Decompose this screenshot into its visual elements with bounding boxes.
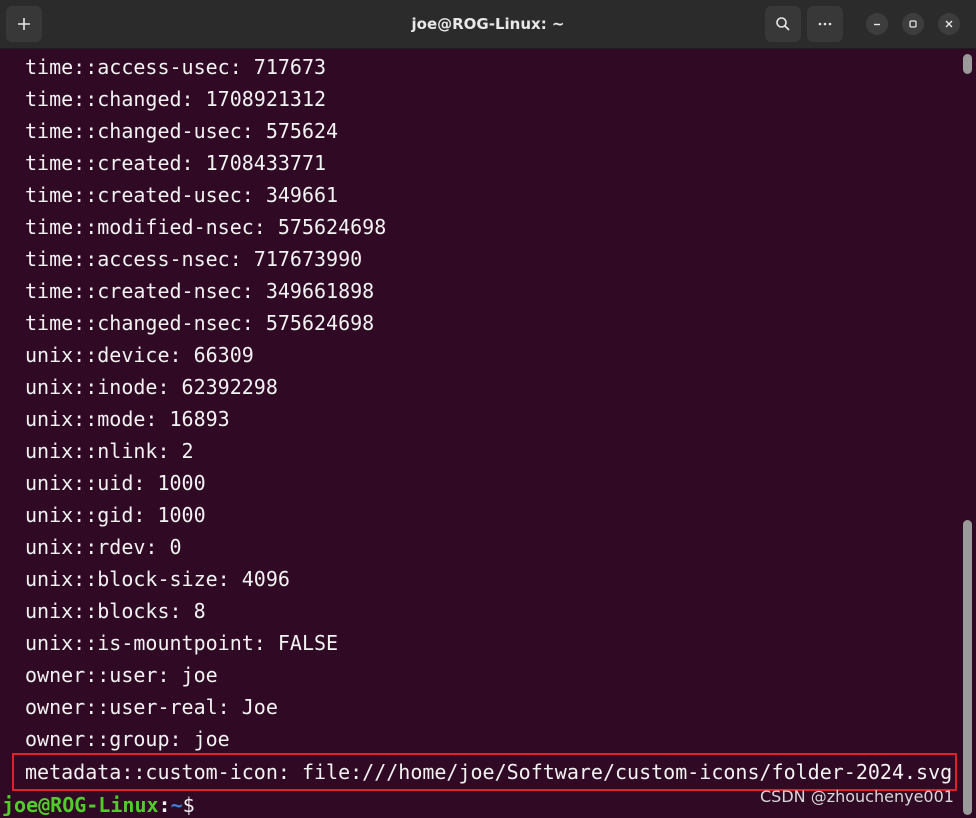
minimize-button[interactable] [866,13,888,35]
terminal-line: unix::gid: 1000 [25,503,206,527]
terminal-line: owner::group: joe [25,727,230,751]
scrollbar-thumb[interactable] [963,520,972,815]
terminal-output[interactable]: time::access-usec: 717673 time::changed:… [0,49,960,818]
maximize-button[interactable] [902,13,924,35]
terminal-line: time::changed-usec: 575624 [25,119,339,143]
minimize-icon [874,23,880,26]
terminal-line: time::created-usec: 349661 [25,183,339,207]
shell-prompt[interactable]: joe@ROG-Linux:~$ [2,790,195,818]
ellipsis-icon [818,22,832,26]
terminal-line: time::access-nsec: 717673990 [25,247,363,271]
title-bar: joe@ROG-Linux: ~ [0,0,976,49]
terminal-line: unix::device: 66309 [25,343,254,367]
close-button[interactable] [938,13,960,35]
prompt-symbol: $ [182,793,195,817]
terminal-line: unix::blocks: 8 [25,599,206,623]
terminal-window: joe@ROG-Linux: ~ time::access-usec: 7176… [0,0,976,818]
terminal-line: unix::inode: 62392298 [25,375,278,399]
highlighted-line: metadata::custom-icon: file:///home/joe/… [25,760,953,784]
terminal-line: unix::uid: 1000 [25,471,206,495]
terminal-line: owner::user-real: Joe [25,695,278,719]
prompt-colon: : [158,793,171,817]
prompt-path: ~ [170,793,183,817]
close-icon [945,20,953,28]
terminal-line: time::created: 1708433771 [25,151,327,175]
terminal-line: unix::nlink: 2 [25,439,194,463]
plus-icon [18,18,30,30]
terminal-line: time::created-nsec: 349661898 [25,279,375,303]
terminal-line: time::changed: 1708921312 [25,87,327,111]
search-button[interactable] [765,6,801,42]
menu-button[interactable] [807,6,843,42]
watermark: CSDN @zhouchenye001 [760,787,954,806]
prompt-user-host: joe@ROG-Linux [2,793,159,817]
terminal-line: unix::mode: 16893 [25,407,230,431]
search-icon [776,17,790,31]
terminal-line: unix::is-mountpoint: FALSE [25,631,339,655]
terminal-line: time::modified-nsec: 575624698 [25,215,387,239]
terminal-line: owner::user: joe [25,663,218,687]
terminal-line: time::changed-nsec: 575624698 [25,311,375,335]
terminal-line: unix::block-size: 4096 [25,567,290,591]
maximize-icon [909,20,917,28]
scrollbar-thumb-top[interactable] [963,54,972,74]
terminal-line: time::access-usec: 717673 [25,55,327,79]
terminal-line: unix::rdev: 0 [25,535,182,559]
new-tab-button[interactable] [6,6,42,42]
